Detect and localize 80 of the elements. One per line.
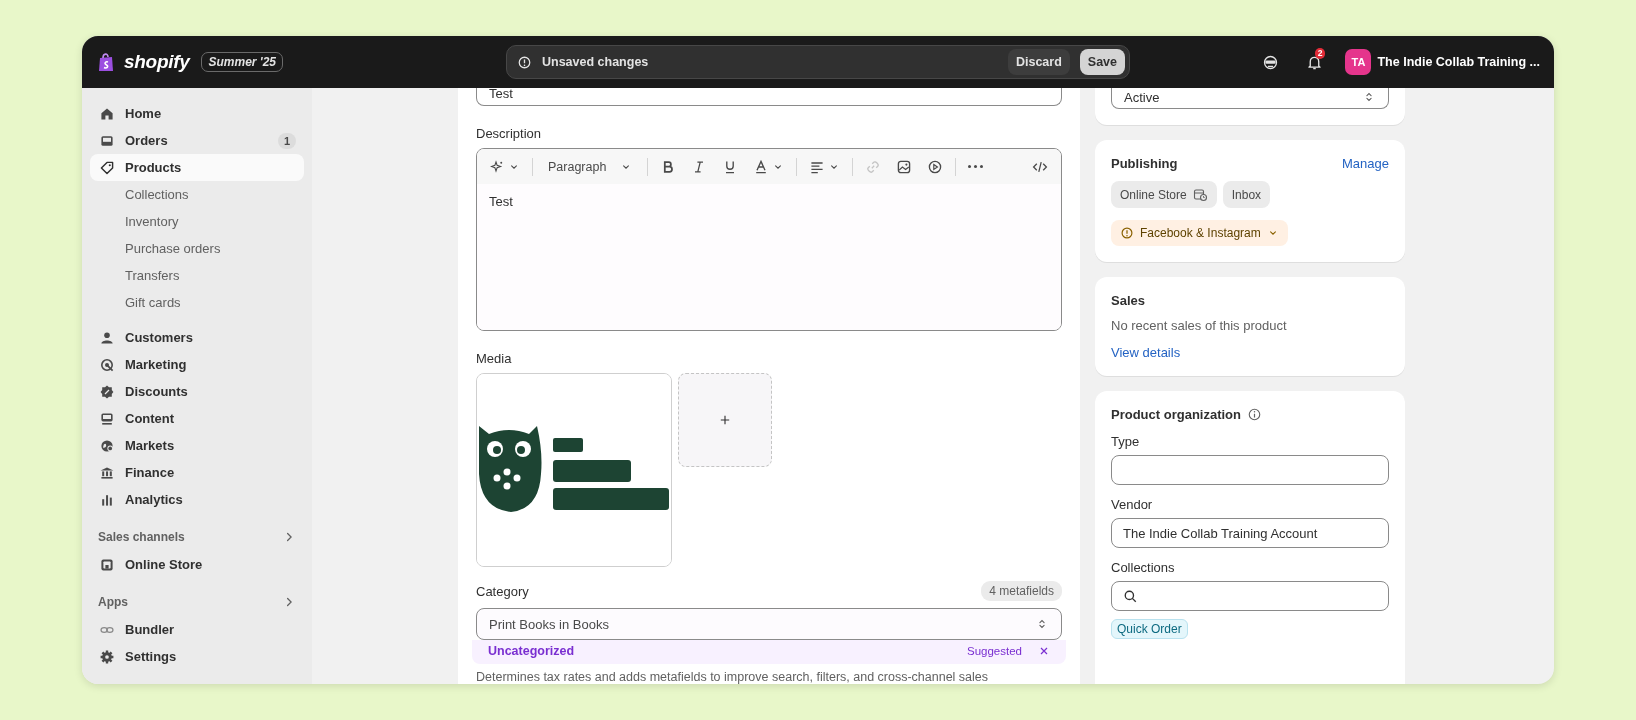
- field-label: Collections: [1111, 560, 1176, 575]
- notification-badge: 2: [1314, 48, 1326, 59]
- input-field[interactable]: [1111, 455, 1389, 485]
- sidebar-item[interactable]: Content: [90, 405, 304, 432]
- sidebar-item[interactable]: Orders 1: [90, 127, 304, 154]
- section-heading: Sales channels: [98, 530, 185, 544]
- category-label: Category: [476, 583, 529, 599]
- sidebar-item[interactable]: Home: [90, 100, 304, 127]
- sidebar-subitem[interactable]: Inventory: [90, 208, 304, 235]
- discard-button[interactable]: Discard: [1007, 49, 1070, 75]
- sidebar-item[interactable]: Finance: [90, 459, 304, 486]
- suggested-category[interactable]: Uncategorized: [488, 644, 951, 658]
- description-label: Description: [476, 126, 543, 141]
- unsaved-message: Unsaved changes: [542, 55, 650, 69]
- image-icon: [896, 158, 913, 175]
- section-heading: Apps: [98, 595, 128, 609]
- metafields-badge: 4 metafields: [981, 581, 1062, 601]
- rich-text-editor[interactable]: Paragraph Test: [476, 148, 1062, 331]
- card-title: Sales: [1111, 293, 1146, 308]
- sidebar-subitem[interactable]: Purchase orders: [90, 235, 304, 262]
- discount-icon: [99, 383, 115, 400]
- play-circle-icon: [927, 158, 944, 175]
- card-title: Publishing: [1111, 156, 1178, 171]
- glasses-head-icon: [1262, 53, 1279, 71]
- person-icon: [99, 329, 115, 346]
- card-title: Product organization: [1111, 407, 1241, 422]
- help-text: Determines tax rates and adds metafields to improve search, filters, and cross-channel sales: [476, 670, 990, 684]
- tag-icon: [99, 159, 115, 176]
- channel-chip[interactable]: Inbox: [1222, 181, 1271, 208]
- link-icon: [865, 158, 882, 175]
- target-icon: [99, 356, 115, 373]
- sidebar-item[interactable]: Products: [90, 154, 304, 181]
- sidebar-item[interactable]: Settings: [90, 643, 304, 670]
- sales-text: No recent sales of this product: [1111, 318, 1288, 333]
- category-select[interactable]: Print Books in Books: [476, 608, 1062, 640]
- plus-icon: [718, 413, 732, 427]
- channel-chip[interactable]: Online Store: [1111, 181, 1217, 208]
- alert-circle-icon: [1120, 226, 1134, 240]
- channel-chip[interactable]: Facebook & Instagram: [1111, 220, 1288, 246]
- search-field[interactable]: [1111, 581, 1389, 611]
- save-button[interactable]: Save: [1079, 49, 1125, 75]
- input-field[interactable]: The Indie Collab Training Account: [1111, 518, 1389, 548]
- sidebar-subitem[interactable]: Gift cards: [90, 289, 304, 316]
- sidebar-item[interactable]: Analytics: [90, 486, 304, 513]
- globe-icon: [99, 437, 115, 454]
- calendar-clock-icon: [1192, 187, 1208, 202]
- sidebar-item[interactable]: Online Store: [90, 551, 304, 578]
- sidebar-subitem[interactable]: Collections: [90, 181, 304, 208]
- close-icon: [1038, 645, 1050, 657]
- alert-circle-icon: [517, 54, 532, 70]
- collection-tag[interactable]: Quick Order: [1111, 619, 1188, 639]
- manage-link[interactable]: Manage: [1342, 156, 1389, 171]
- sidebar-item[interactable]: Customers: [90, 324, 304, 351]
- settings-icon: [99, 648, 115, 665]
- count-badge: 1: [277, 132, 296, 149]
- sidebar-subitem[interactable]: Transfers: [90, 262, 304, 289]
- title-field[interactable]: Test: [476, 88, 1062, 106]
- view-details-link[interactable]: View details: [1111, 345, 1181, 360]
- sparkle-icon: [490, 159, 505, 174]
- media-label: Media: [476, 351, 513, 366]
- sidebar-item[interactable]: Markets: [90, 432, 304, 459]
- notifications-button[interactable]: 2: [1297, 47, 1332, 77]
- sidebar-item[interactable]: Bundler: [90, 616, 304, 643]
- sidebar-item[interactable]: Marketing: [90, 351, 304, 378]
- store-icon: [99, 556, 115, 573]
- search-icon: [1123, 588, 1138, 604]
- store-name[interactable]: The Indie Collab Training ...: [1377, 55, 1540, 69]
- avatar[interactable]: TA: [1345, 49, 1372, 75]
- sidebar-item[interactable]: Discounts: [90, 378, 304, 405]
- monitor-icon: [99, 410, 115, 427]
- field-label: Vendor: [1111, 497, 1154, 512]
- info-icon: [1247, 407, 1262, 422]
- status-select[interactable]: Active: [1111, 88, 1389, 109]
- edition-badge[interactable]: Summer '25: [201, 52, 284, 72]
- format-dropdown[interactable]: Paragraph: [542, 156, 639, 177]
- suggested-tag: Suggested: [967, 645, 1022, 657]
- logo-text[interactable]: shopify: [124, 51, 190, 73]
- shopping-bag-icon: [96, 51, 116, 73]
- field-label: Type: [1111, 434, 1141, 449]
- more-icon: [968, 165, 984, 168]
